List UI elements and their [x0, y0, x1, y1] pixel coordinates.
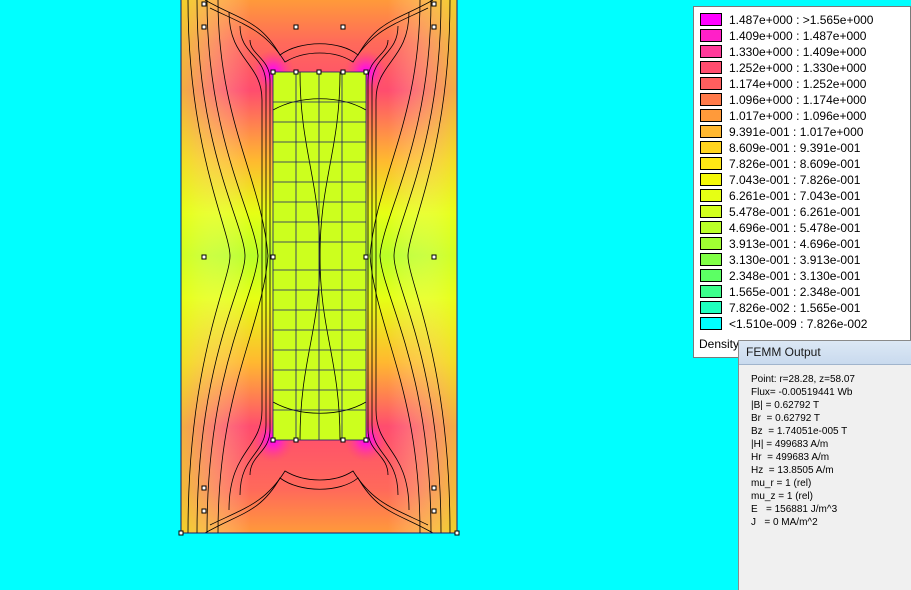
legend-entry: 1.409e+000 : 1.487e+000: [699, 28, 909, 44]
output-line: Bz = 1.74051e-005 T: [751, 426, 848, 437]
legend-label: 6.261e-001 : 7.043e-001: [729, 189, 861, 203]
legend-label: 1.174e+000 : 1.252e+000: [729, 77, 867, 91]
legend-swatch: [700, 317, 722, 330]
legend-label: 8.609e-001 : 9.391e-001: [729, 141, 861, 155]
legend-entry: 5.478e-001 : 6.261e-001: [699, 204, 909, 220]
legend-swatch: [700, 173, 722, 186]
legend-entry: 9.391e-001 : 1.017e+000: [699, 124, 909, 140]
legend-label: 7.826e-002 : 1.565e-001: [729, 301, 861, 315]
legend-entry: 1.330e+000 : 1.409e+000: [699, 44, 909, 60]
legend-label: 5.478e-001 : 6.261e-001: [729, 205, 861, 219]
output-titlebar[interactable]: FEMM Output: [739, 341, 911, 365]
coil-region: [273, 72, 366, 440]
legend-swatch: [700, 301, 722, 314]
legend-label: 3.130e-001 : 3.913e-001: [729, 253, 861, 267]
output-line: Br = 0.62792 T: [751, 413, 821, 424]
legend-label: 2.348e-001 : 3.130e-001: [729, 269, 861, 283]
legend-entry: 7.826e-002 : 1.565e-001: [699, 300, 909, 316]
legend-entry: 7.043e-001 : 7.826e-001: [699, 172, 909, 188]
legend-entry: 1.487e+000 : >1.565e+000: [699, 12, 909, 28]
legend-label: 1.487e+000 : >1.565e+000: [729, 13, 874, 27]
output-line: |B| = 0.62792 T: [751, 400, 820, 411]
output-line: Flux= -0.00519441 Wb: [751, 387, 853, 398]
output-line: Hz = 13.8505 A/m: [751, 465, 834, 476]
legend-label: 7.826e-001 : 8.609e-001: [729, 157, 861, 171]
legend-swatch: [700, 285, 722, 298]
legend-swatch: [700, 269, 722, 282]
density-legend: 1.487e+000 : >1.565e+000 1.409e+000 : 1.4…: [693, 6, 911, 358]
legend-swatch: [700, 141, 722, 154]
output-line: mu_z = 1 (rel): [751, 491, 813, 502]
legend-entry: 1.174e+000 : 1.252e+000: [699, 76, 909, 92]
legend-entry: 3.130e-001 : 3.913e-001: [699, 252, 909, 268]
femm-output-window[interactable]: FEMM Output Point: r=28.28, z=58.07 Flux=…: [738, 340, 911, 590]
legend-swatch: [700, 45, 722, 58]
output-line: mu_r = 1 (rel): [751, 478, 812, 489]
legend-swatch: [700, 125, 722, 138]
legend-swatch: [700, 61, 722, 74]
output-text: Point: r=28.28, z=58.07 Flux= -0.00519441…: [751, 373, 855, 529]
legend-entry: 4.696e-001 : 5.478e-001: [699, 220, 909, 236]
output-line: Hr = 499683 A/m: [751, 452, 830, 463]
legend-label: 4.696e-001 : 5.478e-001: [729, 221, 861, 235]
legend-label: 3.913e-001 : 4.696e-001: [729, 237, 861, 251]
legend-swatch: [700, 205, 722, 218]
legend-swatch: [700, 109, 722, 122]
legend-label: <1.510e-009 : 7.826e-002: [729, 317, 868, 331]
output-title: FEMM Output: [746, 345, 821, 359]
legend-swatch: [700, 29, 722, 42]
output-line: Point: r=28.28, z=58.07: [751, 374, 855, 385]
output-line: |H| = 499683 A/m: [751, 439, 829, 450]
legend-label: 7.043e-001 : 7.826e-001: [729, 173, 861, 187]
legend-swatch: [700, 77, 722, 90]
legend-title: Density: [699, 337, 740, 351]
legend-entry: 8.609e-001 : 9.391e-001: [699, 140, 909, 156]
legend-label: 1.565e-001 : 2.348e-001: [729, 285, 861, 299]
legend-swatch: [700, 189, 722, 202]
legend-label: 1.252e+000 : 1.330e+000: [729, 61, 867, 75]
legend-label: 9.391e-001 : 1.017e+000: [729, 125, 864, 139]
legend-entry: 6.261e-001 : 7.043e-001: [699, 188, 909, 204]
legend-entry: 2.348e-001 : 3.130e-001: [699, 268, 909, 284]
legend-label: 1.409e+000 : 1.487e+000: [729, 29, 867, 43]
legend-entry: 3.913e-001 : 4.696e-001: [699, 236, 909, 252]
legend-label: 1.330e+000 : 1.409e+000: [729, 45, 867, 59]
legend-entry: 7.826e-001 : 8.609e-001: [699, 156, 909, 172]
legend-swatch: [700, 157, 722, 170]
legend-entry: 1.096e+000 : 1.174e+000: [699, 92, 909, 108]
legend-entry: <1.510e-009 : 7.826e-002: [699, 316, 909, 332]
legend-entry: 1.252e+000 : 1.330e+000: [699, 60, 909, 76]
legend-entry: 1.565e-001 : 2.348e-001: [699, 284, 909, 300]
legend-swatch: [700, 13, 722, 26]
output-line: J = 0 MA/m^2: [751, 517, 818, 528]
legend-label: 1.096e+000 : 1.174e+000: [729, 93, 867, 107]
legend-swatch: [700, 253, 722, 266]
legend-swatch: [700, 221, 722, 234]
legend-swatch: [700, 237, 722, 250]
legend-swatch: [700, 93, 722, 106]
output-line: E = 156881 J/m^3: [751, 504, 838, 515]
legend-label: 1.017e+000 : 1.096e+000: [729, 109, 867, 123]
legend-entry: 1.017e+000 : 1.096e+000: [699, 108, 909, 124]
